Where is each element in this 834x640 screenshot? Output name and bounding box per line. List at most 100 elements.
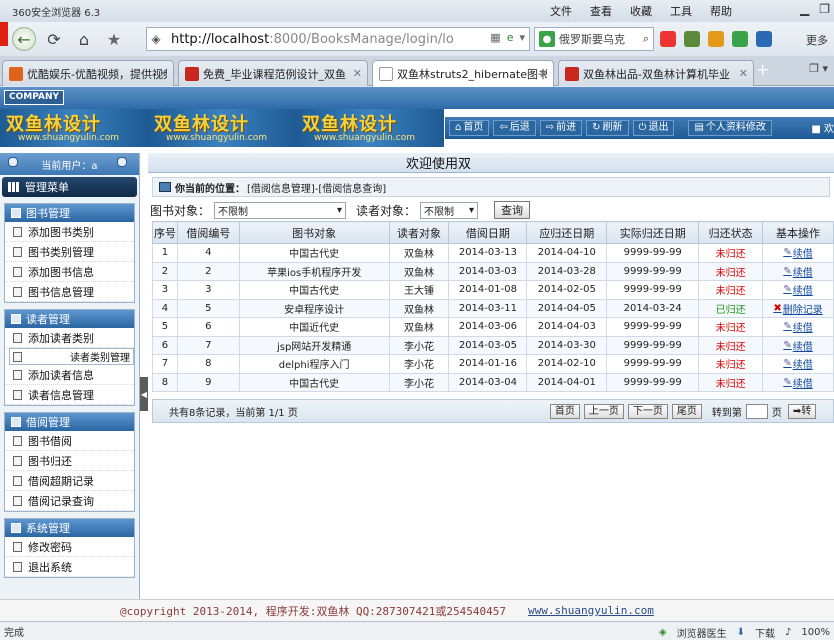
renew-link[interactable]: ✎ 续借 — [783, 338, 812, 353]
sidebar-item-logout[interactable]: 退出系统 — [5, 557, 134, 577]
shield-icon[interactable]: ◈ — [659, 627, 667, 638]
browser-doctor-button[interactable]: 浏览器医生 — [677, 625, 727, 640]
address-url[interactable]: http://localhost:8000/BooksManage/login/… — [171, 32, 454, 47]
refresh-button[interactable]: ↻ 刷新 — [586, 120, 629, 136]
search-input[interactable]: 俄罗斯要乌克 — [559, 31, 625, 47]
logout-button[interactable]: ⏻ 退出 — [632, 120, 675, 136]
menu-favorites[interactable]: 收藏 — [630, 3, 652, 19]
close-tab-icon[interactable]: ✕ — [159, 67, 168, 80]
sidebar-item-change-password[interactable]: 修改密码 — [5, 537, 134, 557]
more-button[interactable]: 更多 — [806, 32, 828, 48]
sound-icon[interactable]: ♪ — [785, 627, 791, 638]
sidebar-item-book-manage[interactable]: 图书信息管理 — [5, 282, 134, 302]
edit-pencil-icon: ✎ — [783, 265, 792, 277]
extension-icon-3[interactable] — [708, 31, 724, 47]
delete-icon: ✖ — [773, 302, 782, 314]
home-button[interactable]: ⌂ 首页 — [449, 120, 490, 136]
extension-icon-4[interactable] — [732, 31, 748, 47]
sidebar-item-borrow-book[interactable]: 图书借阅 — [5, 431, 134, 451]
search-icon[interactable]: ⌕ — [643, 32, 649, 46]
table-cell: 2014-01-16 — [448, 354, 528, 374]
document-icon — [13, 389, 22, 400]
site-link[interactable]: www.shuangyulin.com — [528, 604, 654, 617]
minimize-icon[interactable]: ▁ — [800, 2, 809, 16]
extension-icon-5[interactable] — [756, 31, 772, 47]
forward-button[interactable]: ⇨ 前进 — [539, 120, 583, 136]
tab-shuangyulin[interactable]: 双鱼林出品-双鱼林计算机毕业 ✕ — [558, 60, 754, 86]
tab-list-icon[interactable]: ❐ — [809, 62, 819, 75]
document-icon — [13, 495, 22, 506]
extension-icon-2[interactable] — [684, 31, 700, 47]
back-icon[interactable]: ← — [12, 27, 36, 51]
renew-link[interactable]: ✎ 续借 — [783, 375, 812, 390]
extension-icon-1[interactable] — [660, 31, 676, 47]
go-button[interactable]: ➡转 — [787, 403, 817, 419]
close-tab-icon[interactable]: ✕ — [539, 68, 548, 81]
menu-view[interactable]: 查看 — [590, 3, 612, 19]
sidebar-item-return-book[interactable]: 图书归还 — [5, 451, 134, 471]
sidebar-item-reader-category-manage[interactable]: 读者类别管理 — [9, 348, 134, 365]
delete-record-link[interactable]: ✖ 删除记录 — [773, 301, 822, 316]
dropdown-icon[interactable]: ▾ — [519, 31, 525, 44]
download-icon[interactable]: ⬇ — [737, 627, 745, 638]
renew-link[interactable]: ✎ 续借 — [783, 356, 812, 371]
management-menu-title: 管理菜单 — [2, 177, 137, 197]
renew-link[interactable]: ✎ 续借 — [783, 264, 812, 279]
reader-filter-select[interactable]: 不限制 ▾ — [420, 201, 479, 219]
sidebar-collapse-handle[interactable]: ◀ — [140, 377, 148, 411]
row-action: ✎ 续借 — [762, 261, 834, 281]
tab-menu-icon[interactable]: ▾ — [822, 62, 828, 75]
close-tab-icon[interactable]: ✕ — [353, 67, 362, 80]
sidebar-item-add-reader-category[interactable]: 添加读者类别 — [5, 328, 134, 348]
sidebar-item-book-category-manage[interactable]: 图书类别管理 — [5, 242, 134, 262]
tab-free-design[interactable]: 免费_毕业课程范例设计_双鱼 ✕ — [178, 60, 368, 86]
group-header[interactable]: 读者管理 — [5, 310, 134, 328]
table-cell: 4 — [152, 298, 178, 318]
page-number-input[interactable] — [745, 403, 768, 419]
group-header[interactable]: 系统管理 — [5, 519, 134, 537]
book-filter-select[interactable]: 不限制 ▾ — [214, 201, 347, 219]
restore-icon[interactable]: ❐ — [819, 2, 830, 16]
next-page-button[interactable]: 下一页 — [627, 403, 668, 419]
address-bar[interactable]: ◈ http://localhost:8000/BooksManage/logi… — [146, 27, 530, 51]
zoom-level[interactable]: 100% — [801, 627, 830, 638]
sidebar-item-add-reader[interactable]: 添加读者信息 — [5, 365, 134, 385]
forward-arrow-icon: ⇨ — [545, 122, 555, 133]
sidebar-item-overdue-records[interactable]: 借阅超期记录 — [5, 471, 134, 491]
sidebar-item-add-book[interactable]: 添加图书信息 — [5, 262, 134, 282]
first-page-button[interactable]: 首页 — [549, 403, 580, 419]
menu-file[interactable]: 文件 — [550, 3, 572, 19]
query-button[interactable]: 查询 — [494, 201, 531, 219]
search-engine-icon[interactable]: ● — [539, 31, 555, 47]
download-button[interactable]: 下载 — [755, 625, 775, 640]
menu-tools[interactable]: 工具 — [670, 3, 692, 19]
group-header[interactable]: 借阅管理 — [5, 413, 134, 431]
last-page-button[interactable]: 尾页 — [671, 403, 702, 419]
brand-logo: 双鱼林设计 www.shuangyulin.com — [296, 109, 444, 147]
qr-code-icon[interactable]: ▦ — [490, 31, 500, 44]
menu-help[interactable]: 帮助 — [710, 3, 732, 19]
group-header[interactable]: 图书管理 — [5, 204, 134, 222]
tab-youku[interactable]: 优酷娱乐-优酷视频，提供视频 ✕ — [2, 60, 174, 86]
renew-link[interactable]: ✎ 续借 — [783, 319, 812, 334]
reload-icon[interactable]: ⟳ — [42, 27, 66, 51]
renew-link[interactable]: ✎ 续借 — [783, 282, 812, 297]
sidebar-item-add-book-category[interactable]: 添加图书类别 — [5, 222, 134, 242]
close-tab-icon[interactable]: ✕ — [739, 67, 748, 80]
new-tab-icon[interactable]: + — [756, 60, 774, 79]
search-box[interactable]: ● 俄罗斯要乌克 ⌕ — [534, 27, 654, 51]
tab-books-manage[interactable]: 双鱼林struts2_hibernate图书 ✕ — [372, 60, 554, 87]
back-button[interactable]: ⇦ 后退 — [493, 120, 536, 136]
prev-page-button[interactable]: 上一页 — [583, 403, 624, 419]
sidebar-item-borrow-query[interactable]: 借阅记录查询 — [5, 491, 134, 511]
document-icon — [13, 266, 22, 277]
table-cell: 双鱼林 — [388, 243, 450, 263]
favorite-star-icon[interactable]: ★ — [102, 27, 126, 51]
table-cell: 李小花 — [388, 335, 450, 355]
home-icon[interactable]: ⌂ — [72, 27, 96, 51]
sidebar-item-reader-manage[interactable]: 读者信息管理 — [5, 385, 134, 405]
profile-edit-button[interactable]: ▤ 个人资料修改 — [688, 120, 772, 136]
return-status: 未归还 — [698, 335, 764, 355]
ie-mode-icon[interactable]: e — [507, 31, 514, 44]
renew-link[interactable]: ✎ 续借 — [783, 245, 812, 260]
